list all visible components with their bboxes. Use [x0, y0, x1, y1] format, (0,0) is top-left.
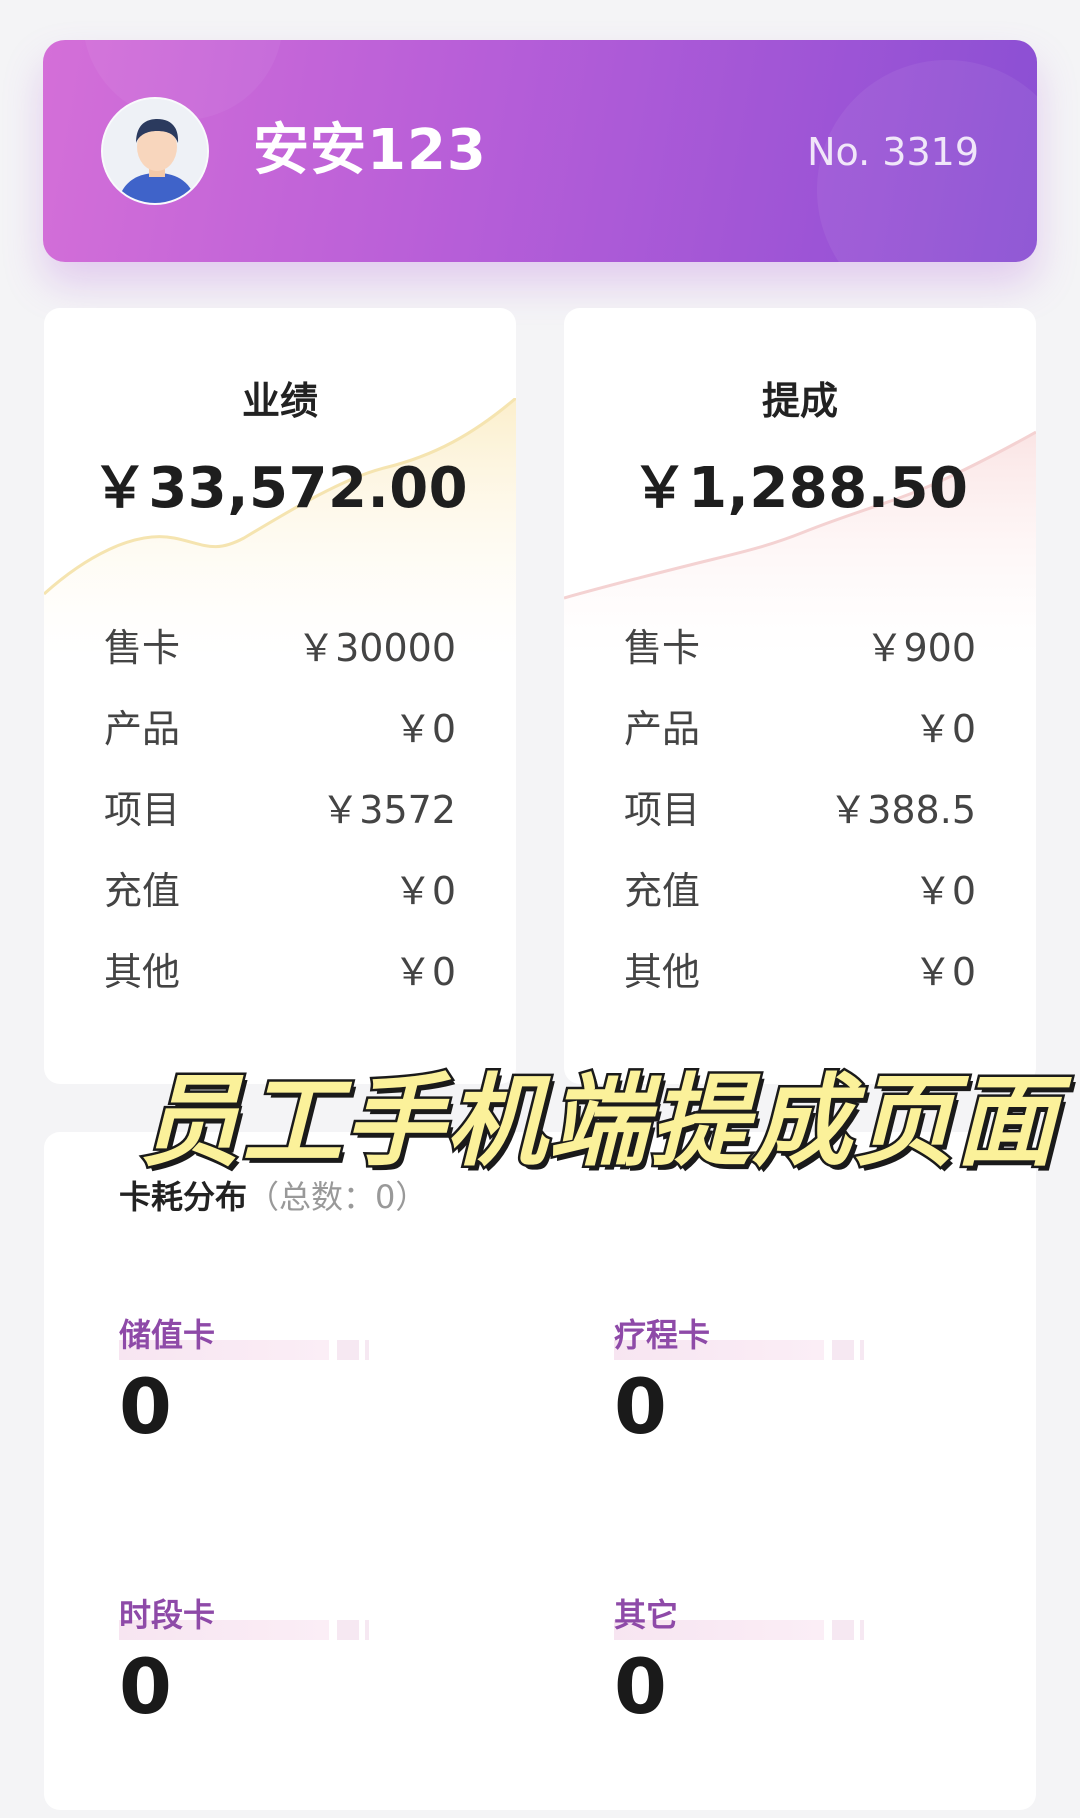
card-type-name: 疗程卡: [614, 1316, 711, 1354]
performance-breakdown: 售卡 ￥30000 产品 ￥0 项目 ￥3572 充值 ￥0 其他 ￥0: [104, 604, 456, 1009]
section-total: （总数：0）: [247, 1178, 428, 1216]
breakdown-row-service: 项目 ￥3572: [104, 766, 456, 847]
commission-breakdown: 售卡 ￥900 产品 ￥0 项目 ￥388.5 充值 ￥0 其他 ￥0: [624, 604, 976, 1009]
card-type-count: 0: [614, 1642, 667, 1731]
label-highlight: [860, 1620, 864, 1640]
user-avatar-icon: [103, 99, 207, 203]
overlay-caption: 员工手机端提成页面: [138, 1061, 1059, 1183]
row-label: 充值: [104, 869, 181, 913]
row-label: 充值: [624, 869, 701, 913]
row-label: 其他: [104, 950, 181, 994]
card-type-count: 0: [119, 1642, 172, 1731]
row-value: ￥30000: [297, 626, 456, 670]
row-label: 项目: [104, 788, 181, 832]
row-label: 产品: [624, 707, 701, 751]
label-highlight: [365, 1620, 369, 1640]
card-type-name: 储值卡: [119, 1316, 216, 1354]
breakdown-row-product: 产品 ￥0: [624, 685, 976, 766]
username: 安安123: [253, 118, 487, 183]
row-value: ￥388.5: [829, 788, 976, 832]
row-label: 售卡: [104, 626, 181, 670]
performance-card[interactable]: 业绩 ￥33,572.00 售卡 ￥30000 产品 ￥0 项目 ￥3572 充…: [44, 308, 516, 1084]
row-label: 项目: [624, 788, 701, 832]
breakdown-row-card-sales: 售卡 ￥30000: [104, 604, 456, 685]
label-highlight: [365, 1340, 369, 1360]
breakdown-row-recharge: 充值 ￥0: [624, 847, 976, 928]
commission-amount: ￥1,288.50: [631, 456, 969, 521]
row-label: 产品: [104, 707, 181, 751]
avatar[interactable]: [101, 97, 209, 205]
row-value: ￥0: [913, 869, 976, 913]
breakdown-row-recharge: 充值 ￥0: [104, 847, 456, 928]
performance-title: 业绩: [241, 379, 318, 423]
breakdown-row-other: 其他 ￥0: [104, 928, 456, 1009]
staff-number: No. 3319: [807, 130, 979, 174]
row-value: ￥0: [393, 869, 456, 913]
breakdown-row-other: 其他 ￥0: [624, 928, 976, 1009]
row-value: ￥0: [393, 707, 456, 751]
card-type-treatment[interactable]: 疗程卡 0: [614, 1310, 874, 1490]
performance-amount: ￥33,572.00: [91, 456, 469, 521]
card-type-name: 其它: [614, 1596, 679, 1634]
breakdown-row-product: 产品 ￥0: [104, 685, 456, 766]
label-highlight: [337, 1340, 359, 1360]
row-value: ￥900: [865, 626, 976, 670]
row-label: 售卡: [624, 626, 701, 670]
card-type-time-period[interactable]: 时段卡 0: [119, 1590, 379, 1770]
breakdown-row-service: 项目 ￥388.5: [624, 766, 976, 847]
profile-header: 安安123 No. 3319: [43, 40, 1037, 262]
card-type-count: 0: [614, 1362, 667, 1451]
staff-commission-page: 安安123 No. 3319 业绩 ￥33,572.00 售卡 ￥30000 产…: [0, 0, 1080, 1818]
label-highlight: [832, 1340, 854, 1360]
card-type-name: 时段卡: [119, 1596, 216, 1634]
card-type-stored-value[interactable]: 储值卡 0: [119, 1310, 379, 1490]
card-consumption-section: 卡耗分布（总数：0） 储值卡 0 疗程卡 0 时段卡 0 其它 0: [44, 1132, 1036, 1810]
commission-card[interactable]: 提成 ￥1,288.50 售卡 ￥900 产品 ￥0 项目 ￥388.5 充值 …: [564, 308, 1036, 1084]
row-value: ￥0: [913, 707, 976, 751]
breakdown-row-card-sales: 售卡 ￥900: [624, 604, 976, 685]
card-type-other[interactable]: 其它 0: [614, 1590, 874, 1770]
label-highlight: [337, 1620, 359, 1640]
card-type-count: 0: [119, 1362, 172, 1451]
row-label: 其他: [624, 950, 701, 994]
row-value: ￥3572: [321, 788, 456, 832]
label-highlight: [860, 1340, 864, 1360]
row-value: ￥0: [913, 950, 976, 994]
section-title-label: 卡耗分布: [119, 1178, 248, 1216]
label-highlight: [832, 1620, 854, 1640]
row-value: ￥0: [393, 950, 456, 994]
commission-title: 提成: [761, 379, 838, 423]
